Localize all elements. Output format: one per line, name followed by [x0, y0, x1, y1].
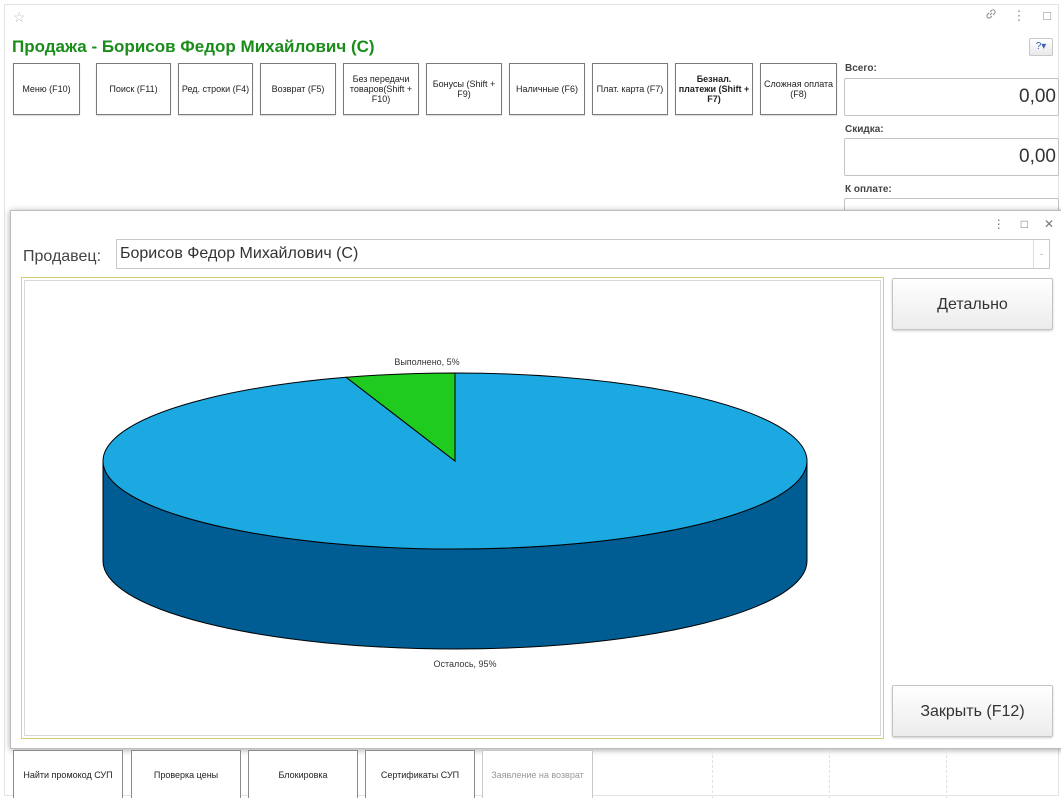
discount-label: Скидка: — [845, 124, 884, 135]
no-transfer-button[interactable]: Без передачи товаров(Shift + F10) — [343, 63, 419, 115]
window-controls: ⋮ □ — [983, 8, 1055, 24]
detail-button[interactable]: Детально — [892, 278, 1053, 330]
slice-label-done: Выполнено, 5% — [394, 357, 459, 367]
dialog-maximize-icon[interactable]: □ — [1021, 217, 1028, 231]
price-check-button[interactable]: Проверка цены — [131, 750, 241, 798]
card-payment-button[interactable]: Плат. карта (F7) — [592, 63, 668, 115]
block-button[interactable]: Блокировка — [248, 750, 358, 798]
discount-field: 0,00 — [844, 138, 1059, 176]
total-label: Всего: — [845, 63, 877, 74]
cash-button[interactable]: Наличные (F6) — [509, 63, 585, 115]
close-dialog-button[interactable]: Закрыть (F12) — [892, 685, 1053, 737]
seller-value: Борисов Федор Михайлович (С) — [120, 245, 359, 262]
seller-plan-dialog: ⋮ □ ✕ Продавец: Борисов Федор Михайлович… — [10, 210, 1061, 749]
dialog-controls: ⋮ □ ✕ — [993, 217, 1054, 231]
divider — [829, 750, 830, 798]
search-button[interactable]: Поиск (F11) — [96, 63, 171, 115]
dialog-close-icon[interactable]: ✕ — [1044, 217, 1054, 231]
complex-payment-button[interactable]: Сложная оплата (F8) — [760, 63, 837, 115]
help-button[interactable]: ?▾ — [1029, 38, 1053, 56]
dialog-more-icon[interactable]: ⋮ — [993, 217, 1005, 231]
menu-button[interactable]: Меню (F10) — [13, 63, 80, 115]
return-button[interactable]: Возврат (F5) — [260, 63, 336, 115]
favorite-star-icon[interactable]: ☆ — [13, 9, 26, 25]
slice-label-remaining: Осталось, 95% — [433, 659, 496, 669]
bonuses-button[interactable]: Бонусы (Shift + F9) — [426, 63, 502, 115]
to-pay-label: К оплате: — [845, 184, 892, 195]
return-request-button: Заявление на возврат — [482, 750, 593, 798]
seller-field[interactable]: Борисов Федор Михайлович (С) - — [116, 239, 1050, 269]
maximize-icon[interactable]: □ — [1039, 8, 1055, 24]
sale-window: ☆ ⋮ □ Продажа - Борисов Федор Михайлович… — [0, 0, 1061, 798]
seller-dropdown-icon[interactable]: - — [1033, 240, 1049, 268]
seller-label: Продавец: — [23, 248, 102, 265]
divider — [712, 750, 713, 798]
total-field: 0,00 — [844, 78, 1059, 116]
pie-chart: Выполнено, 5% Осталось, 95% — [102, 357, 808, 669]
more-menu-icon[interactable]: ⋮ — [1011, 8, 1027, 24]
find-promocode-button[interactable]: Найти промокод СУП — [13, 750, 123, 798]
page-title: Продажа - Борисов Федор Михайлович (С) — [12, 37, 375, 56]
chart-frame: Выполнено, 5% Осталось, 95% — [21, 277, 884, 739]
divider — [946, 750, 947, 798]
certificates-button[interactable]: Сертификаты СУП — [365, 750, 475, 798]
chart-area: Выполнено, 5% Осталось, 95% — [24, 280, 881, 736]
link-icon[interactable] — [983, 8, 999, 24]
edit-line-button[interactable]: Ред. строки (F4) — [178, 63, 253, 115]
cashless-payment-button[interactable]: Безнал. платежи (Shift + F7) — [675, 63, 753, 115]
